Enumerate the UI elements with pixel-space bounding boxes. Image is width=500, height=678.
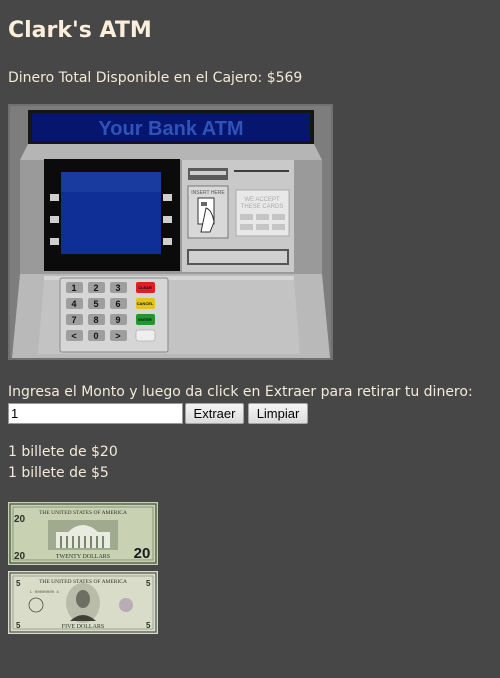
total-available-text: Dinero Total Disponible en el Cajero: $5… xyxy=(8,70,303,86)
key-9: 9 xyxy=(115,315,120,325)
svg-text:20: 20 xyxy=(14,514,26,525)
key-7: 7 xyxy=(71,315,76,325)
bill-20-value: 20 xyxy=(134,545,151,562)
key-5: 5 xyxy=(93,299,98,309)
result-line-5: 1 billete de $5 xyxy=(8,465,109,481)
key-3: 3 xyxy=(115,283,120,293)
key-8: 8 xyxy=(93,315,98,325)
bill-5-footer: FIVE DOLLARS xyxy=(62,624,105,630)
result-line-20: 1 billete de $20 xyxy=(8,444,118,460)
these-cards-label: THESE CARDS xyxy=(241,204,284,210)
amount-prompt: Ingresa el Monto y luego da click en Ext… xyxy=(8,384,473,400)
key-cancel: CANCEL xyxy=(137,301,154,306)
svg-text:5: 5 xyxy=(16,621,21,630)
key-4: 4 xyxy=(71,299,76,309)
extract-button[interactable]: Extraer xyxy=(185,403,244,424)
key-0: 0 xyxy=(93,331,98,341)
twenty-dollar-bill-image: THE UNITED STATES OF AMERICA 20 20 TWENT… xyxy=(8,502,158,565)
svg-text:20: 20 xyxy=(14,551,26,562)
key-6: 6 xyxy=(115,299,120,309)
bill-20-header: THE UNITED STATES OF AMERICA xyxy=(39,510,127,516)
bill-20-footer: TWENTY DOLLARS xyxy=(56,554,110,560)
amount-input[interactable] xyxy=(8,403,183,424)
key-left: < xyxy=(71,331,76,341)
svg-text:5: 5 xyxy=(16,579,21,588)
atm-banner-text: Your Bank ATM xyxy=(98,118,243,140)
atm-illustration: Your Bank ATM INSERT HERE WE ACCEPT THES… xyxy=(8,104,333,360)
insert-here-label: INSERT HERE xyxy=(191,190,225,196)
clear-button[interactable]: Limpiar xyxy=(248,403,308,424)
key-right: > xyxy=(115,331,120,341)
key-1: 1 xyxy=(71,283,76,293)
key-2: 2 xyxy=(93,283,98,293)
key-enter: ENTER xyxy=(138,317,152,322)
five-dollar-bill-image: THE UNITED STATES OF AMERICA 5 5 L 00000… xyxy=(8,571,158,634)
bill-5-value: 5 xyxy=(146,621,151,630)
we-accept-label: WE ACCEPT xyxy=(244,197,280,203)
svg-text:5: 5 xyxy=(146,579,151,588)
page-title: Clark's ATM xyxy=(8,18,152,43)
key-clear: CLEAR xyxy=(138,285,152,290)
bill-5-serial: L 00000000 4 xyxy=(30,591,59,595)
